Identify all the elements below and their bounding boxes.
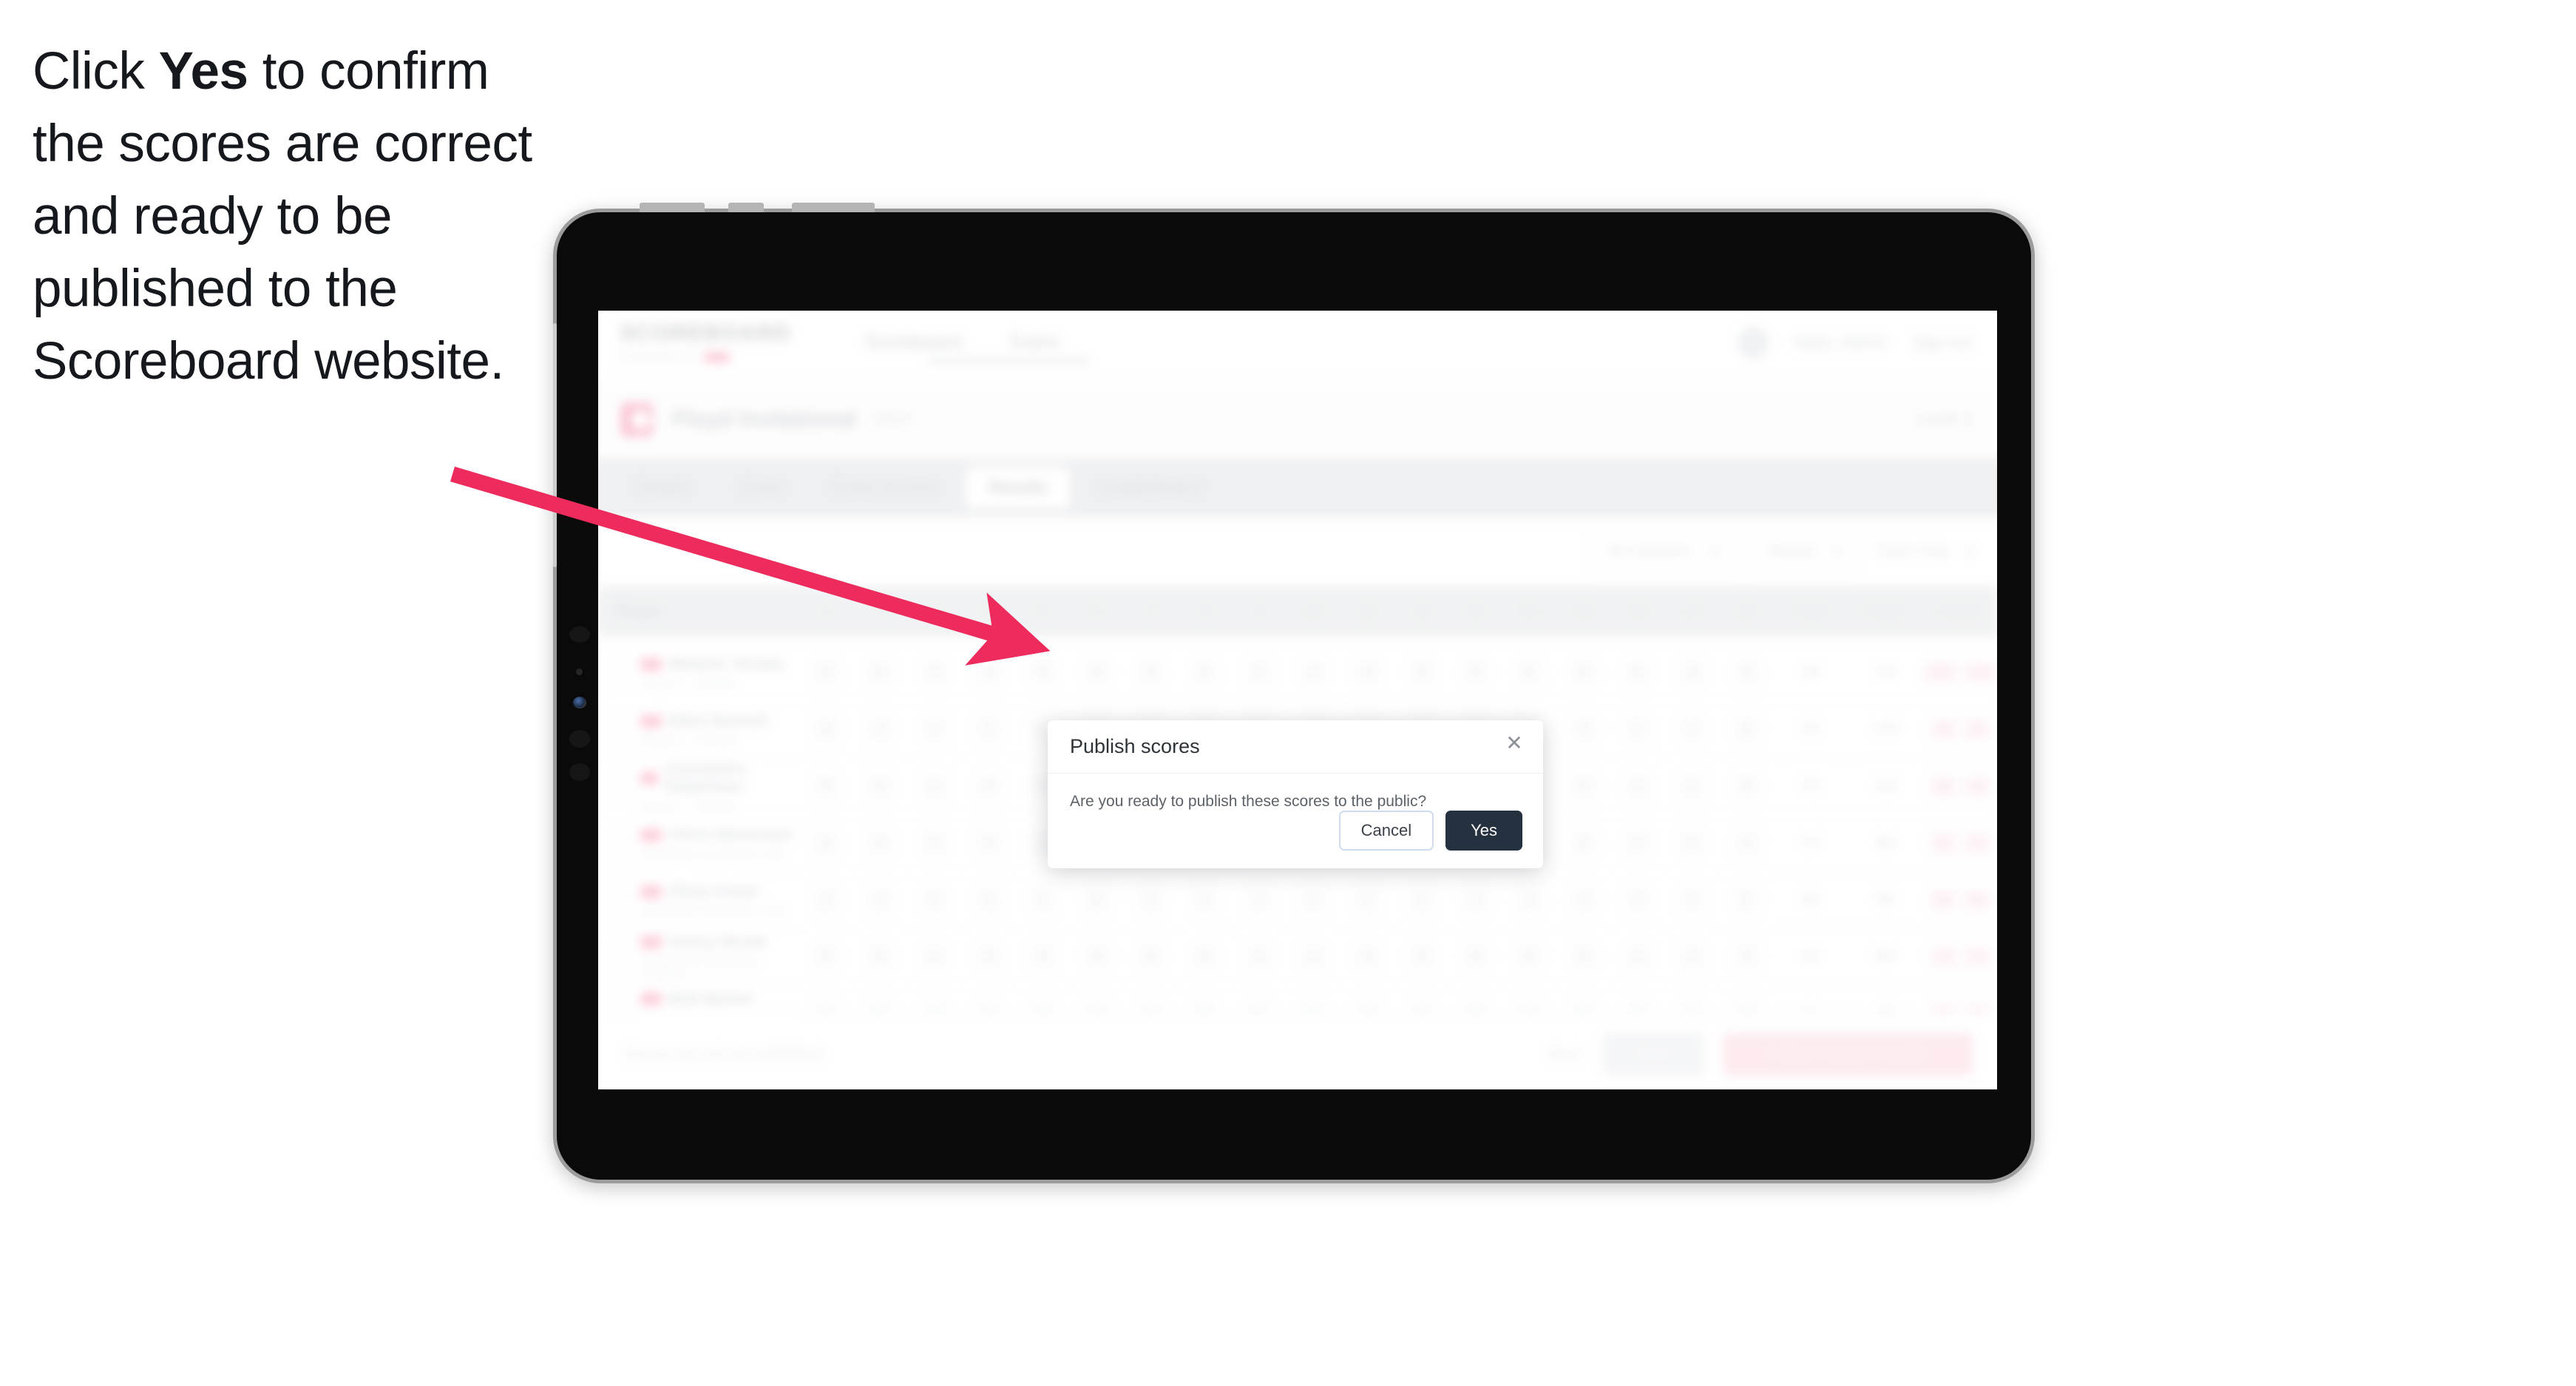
dialog-message: Are you ready to publish these scores to… — [1070, 793, 1427, 810]
screenshot-canvas: Click Yes to confirm the scores are corr… — [0, 0, 2576, 1386]
cancel-button[interactable]: Cancel — [1338, 811, 1434, 851]
device-camera-icon — [573, 697, 586, 709]
device-mic-icon-2 — [569, 763, 590, 781]
close-icon[interactable]: ✕ — [1502, 731, 1527, 756]
caption-part-1: Click — [33, 42, 159, 101]
device-speaker-icon — [569, 626, 590, 643]
dialog-title: Publish scores — [1070, 735, 1200, 757]
dialog-header: Publish scores ✕ — [1048, 720, 1543, 774]
device-sensor-icon — [576, 669, 583, 675]
modal-overlay-scrim — [598, 311, 1997, 1089]
publish-scores-dialog: Publish scores ✕ Are you ready to publis… — [1048, 720, 1543, 868]
device-side-rail — [553, 323, 557, 567]
app-screen: SCOREBOARD POWERED BY Scoreboard Event H… — [598, 311, 1997, 1089]
dialog-actions: Cancel Yes — [1338, 811, 1522, 851]
caption-bold-yes: Yes — [158, 42, 248, 101]
instruction-caption: Click Yes to confirm the scores are corr… — [33, 36, 572, 398]
yes-button[interactable]: Yes — [1445, 811, 1522, 851]
device-top-button-2 — [728, 203, 764, 212]
device-top-button-1 — [640, 203, 705, 212]
tablet-device-frame: SCOREBOARD POWERED BY Scoreboard Event H… — [553, 203, 2035, 1183]
device-mic-icon — [569, 730, 590, 748]
device-top-button-3 — [792, 203, 875, 212]
